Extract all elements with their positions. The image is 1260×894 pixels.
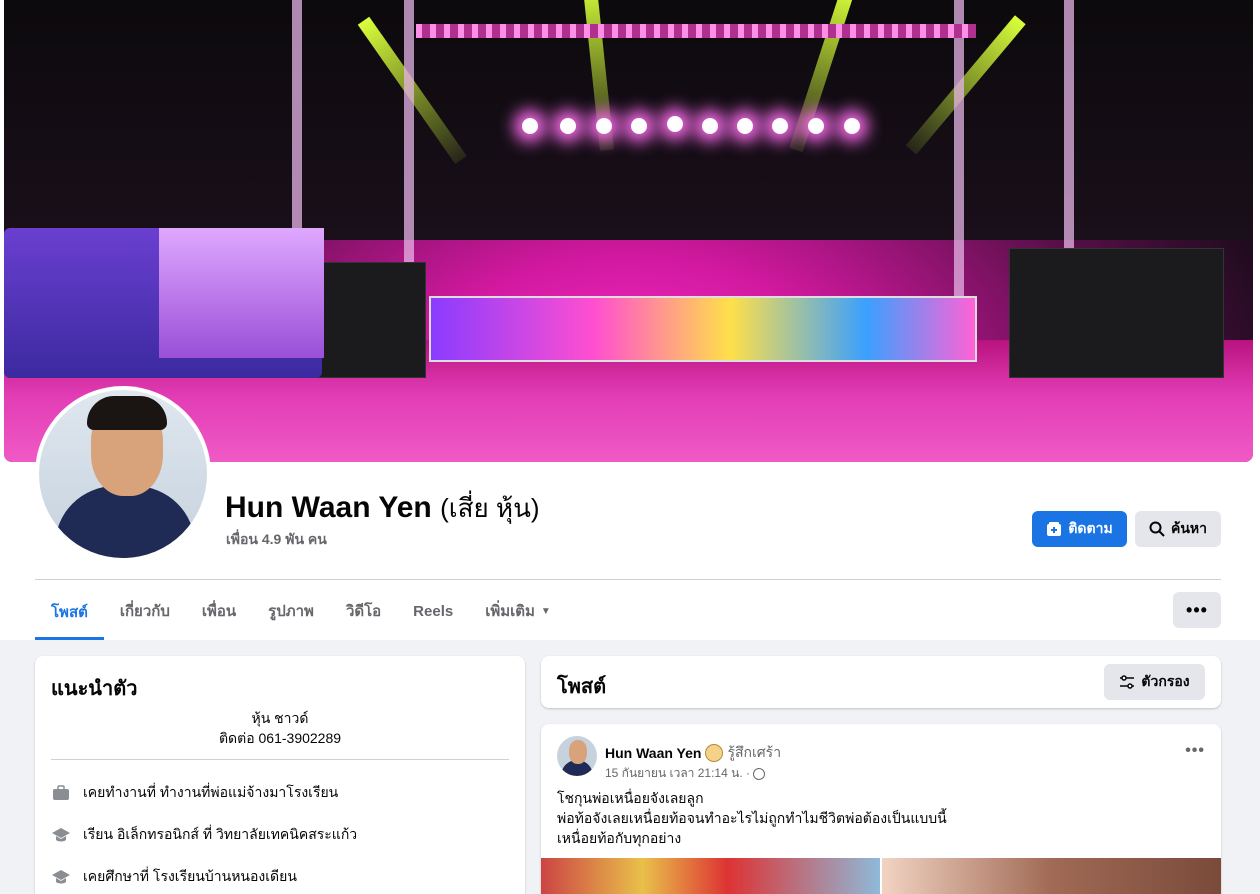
post-time-text: 15 กันยายน เวลา 21:14 น. · (605, 766, 750, 780)
stage-light (808, 118, 824, 134)
post-text: โชกุนพ่อเหนื่อยจังเลยลูก พ่อท้อจังเลยเหน… (557, 788, 947, 848)
bio-line: ติดต่อ 061-3902289 (218, 730, 342, 746)
search-label: ค้นหา (1170, 520, 1208, 536)
follow-label: ติดตาม (1068, 520, 1113, 536)
tab-label: เกี่ยวกับ (119, 603, 170, 620)
stage-light (560, 118, 576, 134)
cover-photo[interactable] (4, 0, 1253, 462)
tab-more[interactable]: เพิ่มเติม ▼ (469, 586, 567, 636)
stage-light (596, 118, 612, 134)
profile-name: Hun Waan Yen (เสี่ย หุ้น) (225, 488, 540, 529)
tab-label: รูปภาพ (268, 603, 314, 620)
stage-beam (416, 24, 976, 38)
post-options-button[interactable]: ••• (1185, 742, 1205, 760)
stage-light (702, 118, 718, 134)
posts-header-card: โพสต์ ตัวกรอง (541, 656, 1221, 708)
caret-down-icon: ▼ (540, 605, 551, 617)
search-icon (1149, 521, 1165, 537)
intro-divider (51, 759, 509, 760)
intro-item-education: เคยศึกษาที่ โรงเรียนบ้านหนองเดียน (51, 866, 297, 888)
briefcase-icon (51, 783, 71, 803)
filter-label: ตัวกรอง (1141, 673, 1190, 689)
tab-label: วิดีโอ (345, 603, 382, 620)
stage-light (737, 118, 753, 134)
post-author-line: Hun Waan Yen รู้สึกเศร้า (605, 742, 781, 764)
stage-truss (954, 0, 964, 300)
stage-light (631, 118, 647, 134)
avatar-face (569, 740, 587, 764)
sad-emoji-icon (705, 744, 724, 762)
bio-line: หุ้น ชาวด์ (251, 710, 309, 726)
friends-count[interactable]: เพื่อน 4.9 พัน คน (226, 529, 327, 551)
graduation-cap-icon (51, 867, 71, 887)
avatar-photo (39, 390, 207, 558)
stage-light (772, 118, 788, 134)
post-photo[interactable] (882, 858, 1221, 894)
avatar-hair (87, 396, 167, 430)
truck-box (159, 228, 324, 358)
intro-title: แนะนำตัว (51, 678, 138, 700)
tab-label: Reels (413, 602, 454, 620)
avatar-shirt (55, 486, 195, 558)
post-feeling: รู้สึกเศร้า (727, 744, 782, 760)
profile-tabs: โพสต์ เกี่ยวกับ เพื่อน รูปภาพ วิดีโอ Ree… (35, 586, 567, 640)
tab-reels[interactable]: Reels (397, 586, 469, 636)
profile-nickname: (เสี่ย หุ้น) (440, 493, 540, 523)
intro-item-text: เรียน อิเล็กทรอนิกส์ ที่ วิทยาลัยเทคนิคส… (83, 826, 358, 842)
speaker-stack (1009, 248, 1224, 378)
post-photo[interactable] (541, 858, 880, 894)
follow-icon (1047, 522, 1062, 536)
follow-button[interactable]: ติดตาม (1032, 511, 1127, 547)
intro-item-text: เคยศึกษาที่ โรงเรียนบ้านหนองเดียน (83, 868, 297, 884)
stage-light (844, 118, 860, 134)
profile-more-button[interactable]: ••• (1173, 592, 1221, 628)
post-card: Hun Waan Yen รู้สึกเศร้า 15 กันยายน เวลา… (541, 724, 1221, 894)
tab-friends[interactable]: เพื่อน (186, 586, 252, 636)
post-text-line: เหนื่อยท้อกับทุกอย่าง (557, 830, 682, 846)
filter-icon (1120, 675, 1135, 689)
post-author-avatar[interactable] (557, 736, 597, 776)
profile-name-text: Hun Waan Yen (225, 491, 432, 524)
intro-item-text: เคยทำงานที่ ทำงานที่พ่อแม่จ้างมาโรงเรียน (83, 784, 339, 800)
post-timestamp[interactable]: 15 กันยายน เวลา 21:14 น. · (605, 764, 765, 783)
post-author-name[interactable]: Hun Waan Yen (605, 745, 701, 761)
stage-banner (429, 296, 977, 362)
stage-light (522, 118, 538, 134)
tab-photos[interactable]: รูปภาพ (252, 586, 330, 636)
intro-bio: หุ้น ชาวด์ ติดต่อ 061-3902289 (35, 708, 525, 748)
tab-label: เพิ่มเติม (485, 603, 535, 620)
globe-icon (752, 767, 765, 780)
filter-button[interactable]: ตัวกรอง (1104, 664, 1205, 700)
search-button[interactable]: ค้นหา (1135, 511, 1221, 547)
tab-label: เพื่อน (201, 603, 237, 620)
stage-truss (404, 0, 414, 300)
graduation-cap-icon (51, 825, 71, 845)
posts-title: โพสต์ (557, 676, 607, 698)
header-divider (35, 579, 1221, 580)
tab-label: โพสต์ (51, 603, 88, 621)
post-text-line: โชกุนพ่อเหนื่อยจังเลยลูก (557, 790, 704, 806)
intro-item-education: เรียน อิเล็กทรอนิกส์ ที่ วิทยาลัยเทคนิคส… (51, 824, 357, 846)
intro-item-work: เคยทำงานที่ ทำงานที่พ่อแม่จ้างมาโรงเรียน (51, 782, 338, 804)
stage-light (667, 116, 683, 132)
tab-videos[interactable]: วิดีโอ (330, 586, 397, 636)
profile-avatar[interactable] (35, 386, 211, 562)
tab-about[interactable]: เกี่ยวกับ (104, 586, 186, 636)
intro-card: แนะนำตัว หุ้น ชาวด์ ติดต่อ 061-3902289 เ… (35, 656, 525, 894)
tab-posts[interactable]: โพสต์ (35, 586, 104, 640)
post-text-line: พ่อท้อจังเลยเหนื่อยท้อจนทำอะไรไม่ถูกทำไม… (557, 810, 947, 826)
